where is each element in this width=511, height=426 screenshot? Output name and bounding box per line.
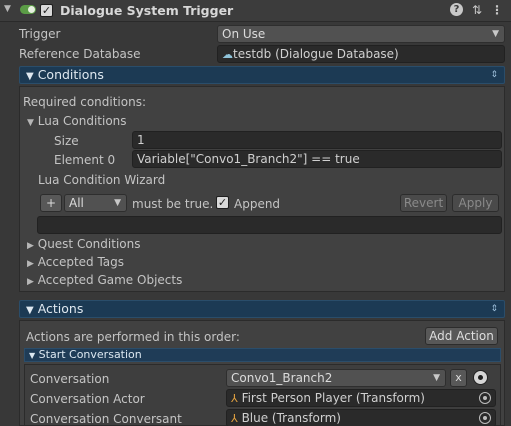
- accepted-game-objects-foldout[interactable]: ▶ Accepted Game Objects: [27, 272, 182, 290]
- component-enabled-checkbox[interactable]: ✓: [40, 4, 53, 17]
- trigger-dropdown[interactable]: On Use ▼: [217, 25, 505, 43]
- reference-database-value: testdb (Dialogue Database): [233, 47, 399, 61]
- conversation-label: Conversation: [30, 372, 110, 386]
- component-toggle-icon[interactable]: [20, 5, 36, 14]
- add-condition-button[interactable]: +: [40, 194, 62, 212]
- lua-condition-wizard-label: Lua Condition Wizard: [38, 173, 166, 187]
- accepted-tags-label: Accepted Tags: [37, 255, 125, 269]
- foldout-arrow-right-icon: ▶: [27, 241, 34, 251]
- object-picker-icon[interactable]: [479, 392, 491, 404]
- element0-field[interactable]: Variable["Convo1_Branch2"] == true: [132, 150, 502, 168]
- transform-icon: ⅄: [231, 412, 238, 425]
- help-icon[interactable]: ?: [450, 3, 463, 16]
- conversation-picker-icon[interactable]: [473, 370, 488, 385]
- kebab-menu-icon[interactable]: ⋮: [490, 3, 504, 17]
- foldout-arrow-icon: ▼: [26, 71, 34, 82]
- component-title: Dialogue System Trigger: [60, 3, 234, 18]
- size-label: Size: [54, 134, 79, 148]
- wizard-entry-field[interactable]: [37, 216, 502, 234]
- reference-database-field[interactable]: ☁testdb (Dialogue Database): [217, 45, 505, 63]
- apply-button[interactable]: Apply: [452, 194, 499, 212]
- database-icon: ☁: [222, 48, 233, 61]
- must-be-true-label: must be true.: [132, 197, 214, 211]
- actions-order-label: Actions are performed in this order:: [26, 330, 240, 344]
- foldout-arrow-icon: ▼: [27, 118, 34, 128]
- conditions-foldout[interactable]: ▼ Conditions ⇕: [19, 66, 505, 84]
- trigger-label: Trigger: [19, 27, 61, 41]
- condition-mode-value: All: [69, 196, 84, 210]
- conversation-actor-value: First Person Player (Transform): [241, 391, 425, 405]
- start-conversation-title: Start Conversation: [38, 348, 142, 361]
- foldout-arrow-right-icon: ▶: [27, 277, 34, 287]
- component-header: ▼ ✓ Dialogue System Trigger ? ⇅ ⋮: [0, 0, 511, 22]
- conversation-conversant-field[interactable]: ⅄ Blue (Transform): [226, 409, 496, 426]
- transform-icon: ⅄: [231, 392, 238, 405]
- actions-title: Actions: [37, 301, 84, 316]
- chevron-down-icon: ▼: [433, 373, 440, 383]
- object-picker-icon[interactable]: [479, 412, 491, 424]
- accepted-game-objects-label: Accepted Game Objects: [37, 273, 183, 287]
- conversation-conversant-label: Conversation Conversant: [30, 412, 182, 426]
- conversation-value: Convo1_Branch2: [231, 371, 333, 385]
- reference-database-label: Reference Database: [19, 47, 141, 61]
- conversation-actor-field[interactable]: ⅄ First Person Player (Transform): [226, 389, 496, 407]
- element0-label: Element 0: [54, 153, 116, 167]
- foldout-arrow-icon: ▼: [26, 305, 34, 316]
- lua-conditions-foldout[interactable]: ▼ Lua Conditions: [27, 113, 127, 131]
- preset-icon[interactable]: ⇅: [470, 3, 484, 17]
- append-checkbox[interactable]: ✓: [216, 196, 229, 209]
- clear-conversation-button[interactable]: x: [450, 369, 467, 387]
- foldout-arrow-icon[interactable]: ▼: [4, 4, 11, 14]
- required-conditions-label: Required conditions:: [23, 95, 146, 109]
- quest-conditions-foldout[interactable]: ▶ Quest Conditions: [27, 236, 140, 254]
- append-label: Append: [234, 197, 281, 211]
- chevron-down-icon: ▼: [114, 198, 121, 208]
- conversation-conversant-value: Blue (Transform): [241, 411, 341, 425]
- reorder-icon[interactable]: ⇕: [490, 68, 498, 82]
- accepted-tags-foldout[interactable]: ▶ Accepted Tags: [27, 254, 124, 272]
- foldout-arrow-icon: ▼: [29, 351, 36, 360]
- trigger-value: On Use: [222, 27, 266, 41]
- condition-mode-dropdown[interactable]: All ▼: [64, 194, 127, 212]
- conversation-actor-label: Conversation Actor: [30, 392, 145, 406]
- revert-button[interactable]: Revert: [400, 194, 447, 212]
- start-conversation-header[interactable]: ▼ Start Conversation: [24, 348, 501, 362]
- lua-conditions-title: Lua Conditions: [37, 114, 127, 128]
- quest-conditions-label: Quest Conditions: [37, 237, 141, 251]
- reorder-icon[interactable]: ⇕: [490, 302, 498, 316]
- add-action-button[interactable]: Add Action: [425, 327, 498, 345]
- conditions-title: Conditions: [37, 67, 104, 82]
- foldout-arrow-right-icon: ▶: [27, 259, 34, 269]
- size-field[interactable]: 1: [132, 131, 502, 149]
- actions-foldout[interactable]: ▼ Actions ⇕: [19, 300, 505, 318]
- conversation-dropdown[interactable]: Convo1_Branch2 ▼: [226, 369, 446, 387]
- chevron-down-icon: ▼: [492, 29, 499, 39]
